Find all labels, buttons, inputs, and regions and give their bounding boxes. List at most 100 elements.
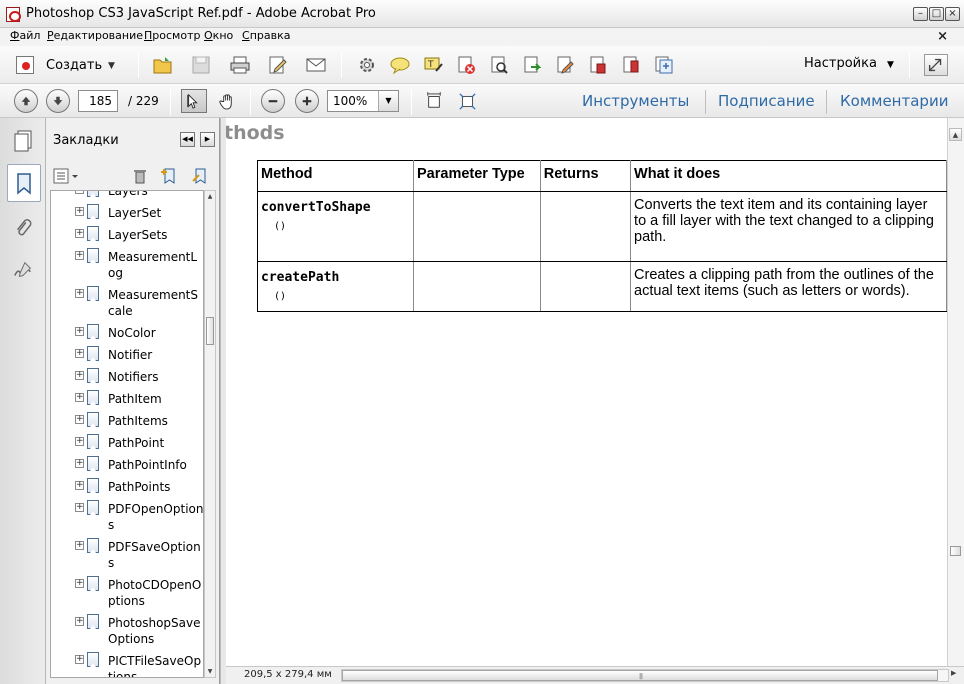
tree-item-label: Notifiers [108,370,159,384]
expand-node-icon[interactable]: + [75,393,84,402]
zoom-input[interactable] [328,91,380,111]
edit-document-icon[interactable] [266,54,290,76]
arrow-down-icon [53,96,63,106]
expand-arrows-icon [928,58,942,72]
chevron-down-icon: ▼ [108,61,115,71]
expand-node-icon[interactable]: + [75,251,84,260]
table-row: convertToShape () Converts the text item … [257,191,947,262]
select-tool-button[interactable] [181,89,207,113]
attachments-button[interactable] [9,214,37,242]
create-button-label: Создать [46,58,103,73]
tab-sign[interactable]: Подписание [718,92,815,110]
tree-item-label: PDFSaveOptions [108,540,201,570]
expand-node-icon[interactable]: + [75,655,84,664]
open-folder-icon[interactable] [151,54,175,76]
expand-node-icon[interactable]: + [75,437,84,446]
paperclip-icon [16,219,32,236]
expand-node-icon[interactable]: + [75,617,84,626]
expand-node-icon[interactable]: + [75,415,84,424]
tab-tools[interactable]: Инструменты [582,92,689,110]
email-icon[interactable] [304,54,328,76]
expand-node-icon[interactable]: + [75,481,84,490]
export-page-icon[interactable] [520,54,544,76]
comment-icon[interactable] [388,54,412,76]
scroll-up-icon[interactable]: ▲ [205,191,215,202]
fit-page-width-button[interactable] [421,89,447,113]
signature-icon [14,261,31,278]
method-args: () [274,221,287,232]
recognize-text-icon[interactable] [487,54,511,76]
bookmark-icon [87,204,99,219]
create-button[interactable]: Создать ▼ [12,52,126,78]
scroll-thumb[interactable]: ||| [342,670,938,681]
customize-toolbar-button[interactable]: Настройка ▼ [804,56,894,71]
fit-width-icon [427,92,441,108]
insert-page-icon[interactable] [586,54,610,76]
options-menu-icon[interactable] [53,168,79,184]
menu-window[interactable]: Окно [204,29,233,42]
expand-node-icon[interactable]: + [75,207,84,216]
expand-node-icon[interactable]: + [75,327,84,336]
menu-view[interactable]: Просмотр [144,29,200,42]
navigation-toolbar: / 229 ▼ Инструменты Подписание Комментар… [0,84,964,118]
extract-page-icon[interactable] [619,54,643,76]
gear-icon[interactable] [355,54,379,76]
minimize-button[interactable]: – [913,7,928,21]
expand-window-button[interactable] [924,54,948,76]
bookmarks-panel: Закладки ◀◀ ▶ + Layers + LayerSet + LayerSe… [46,118,220,684]
highlight-text-icon[interactable]: T [421,54,445,76]
expand-node-icon[interactable]: + [75,579,84,588]
zoom-select[interactable]: ▼ [327,90,399,112]
bookmark-from-selection-icon[interactable] [191,167,209,185]
tree-item-label: LayerSet [108,206,162,220]
close-document-button[interactable]: × [937,29,948,44]
bookmark-icon [87,576,99,591]
document-vertical-scrollbar[interactable]: ▲ [947,118,964,666]
scroll-thumb[interactable] [950,546,961,556]
expand-node-icon[interactable]: + [75,349,84,358]
new-bookmark-icon[interactable] [160,167,178,185]
next-page-button[interactable] [46,89,70,113]
page-thumbnails-button[interactable] [9,126,37,154]
maximize-button[interactable]: □ [929,7,944,21]
trash-icon[interactable] [132,168,148,184]
close-button[interactable]: × [945,7,960,21]
scroll-up-icon[interactable]: ▲ [949,128,962,141]
zoom-in-button[interactable] [295,89,319,113]
delete-pages-icon[interactable] [454,54,478,76]
document-horizontal-scrollbar[interactable]: ||| [341,669,949,682]
expand-node-icon[interactable]: + [75,229,84,238]
collapse-panel-button[interactable]: ◀◀ [180,132,195,147]
expand-node-icon[interactable]: + [75,371,84,380]
previous-page-button[interactable] [14,89,38,113]
expand-node-icon[interactable]: + [75,191,84,194]
fit-page-button[interactable] [454,89,480,113]
tab-comments[interactable]: Комментарии [840,92,948,110]
expand-panel-button[interactable]: ▶ [200,132,215,147]
method-cell: convertToShape () [257,191,414,262]
bookmark-icon [87,226,99,241]
hand-tool-button[interactable] [214,89,240,113]
expand-node-icon[interactable]: + [75,503,84,512]
signatures-button[interactable] [9,256,37,284]
combine-files-icon[interactable] [652,54,676,76]
scroll-right-icon[interactable]: ▶ [951,669,956,677]
expand-node-icon[interactable]: + [75,459,84,468]
menu-edit[interactable]: Редактирование [47,29,143,42]
scroll-thumb[interactable] [206,317,214,345]
save-icon[interactable] [189,54,213,76]
scroll-down-icon[interactable]: ▼ [205,666,215,677]
menu-file[interactable]: Файл [10,29,40,42]
bookmarks-scrollbar[interactable]: ▲ ▼ [204,190,216,678]
chevron-down-icon[interactable]: ▼ [378,91,398,111]
expand-node-icon[interactable]: + [75,289,84,298]
menu-help[interactable]: Справка [242,29,290,42]
edit-page-icon[interactable] [553,54,577,76]
bookmarks-tab-button[interactable] [7,164,41,202]
expand-node-icon[interactable]: + [75,541,84,550]
print-icon[interactable] [228,54,252,76]
page-number-input[interactable] [78,90,118,112]
minus-icon [268,100,278,103]
tree-item-label: PathPoint [108,436,165,450]
zoom-out-button[interactable] [261,89,285,113]
